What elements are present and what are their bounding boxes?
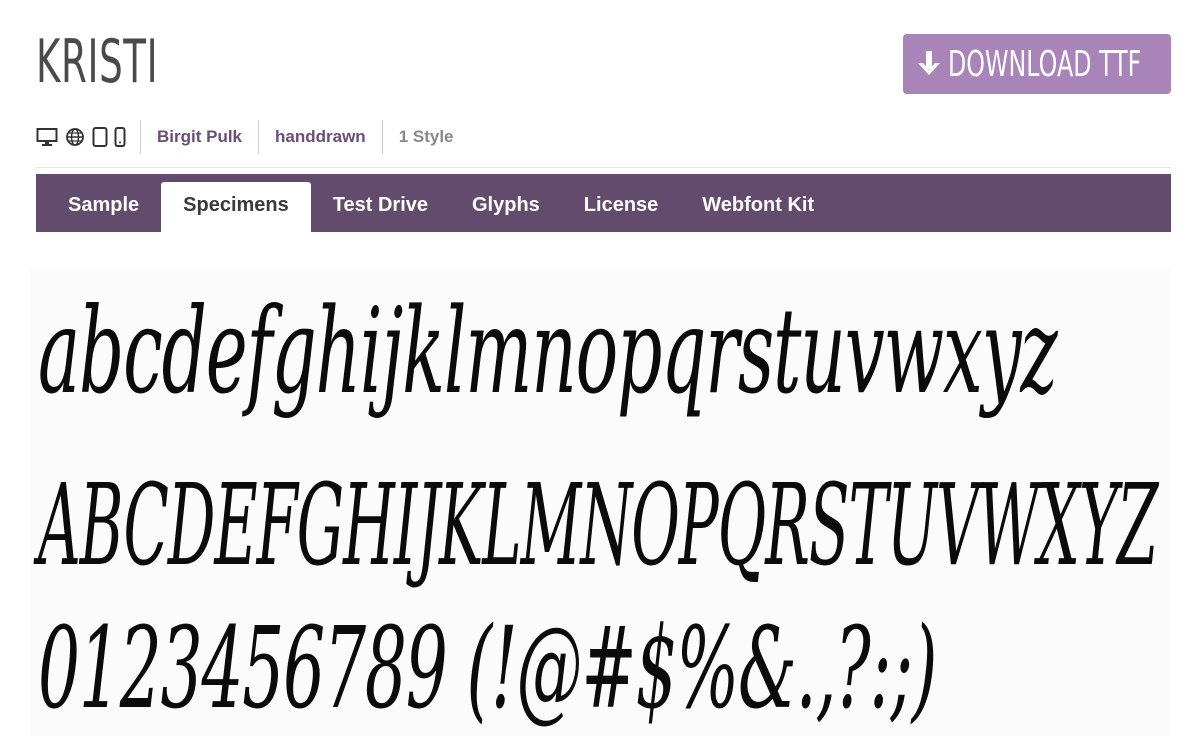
device-support-icons [36,120,141,154]
download-ttf-button[interactable]: DOWNLOAD TTF [903,34,1171,94]
tab-bar: Sample Specimens Test Drive Glyphs Licen… [36,174,1171,232]
download-arrow-icon [918,51,940,75]
specimen-uppercase: ABCDEFGHIJKLMNOPQRSTUVWXYZ [38,461,1158,591]
tab-webfont-kit[interactable]: Webfont Kit [680,182,836,232]
specimen-numbers-symbols: 0123456789 (!@#$%&.,?:;) [38,604,937,734]
header-divider [36,167,1171,168]
style-count: 1 Style [398,127,454,146]
tab-license[interactable]: License [562,182,680,232]
specimen-lowercase: abcdefghijklmnopqrstuvwxyz [38,282,1058,420]
category-link[interactable]: handdrawn [259,120,383,154]
tab-glyphs[interactable]: Glyphs [450,182,562,232]
tab-test-drive[interactable]: Test Drive [311,182,450,232]
download-button-label: DOWNLOAD TTF [948,43,1142,85]
tab-sample[interactable]: Sample [46,182,161,232]
font-meta-row: Birgit Pulk handdrawn 1 Style [36,120,470,154]
globe-icon [66,128,84,146]
designer-link[interactable]: Birgit Pulk [141,120,260,154]
page-title: KRISTI [36,27,159,97]
font-specimen-image: abcdefghijklmnopqrstuvwxyz ABCDEFGHIJKLM… [30,268,1171,736]
tab-specimens[interactable]: Specimens [161,182,311,232]
phone-icon [114,127,126,147]
desktop-icon [36,128,58,146]
tablet-icon [92,127,108,147]
